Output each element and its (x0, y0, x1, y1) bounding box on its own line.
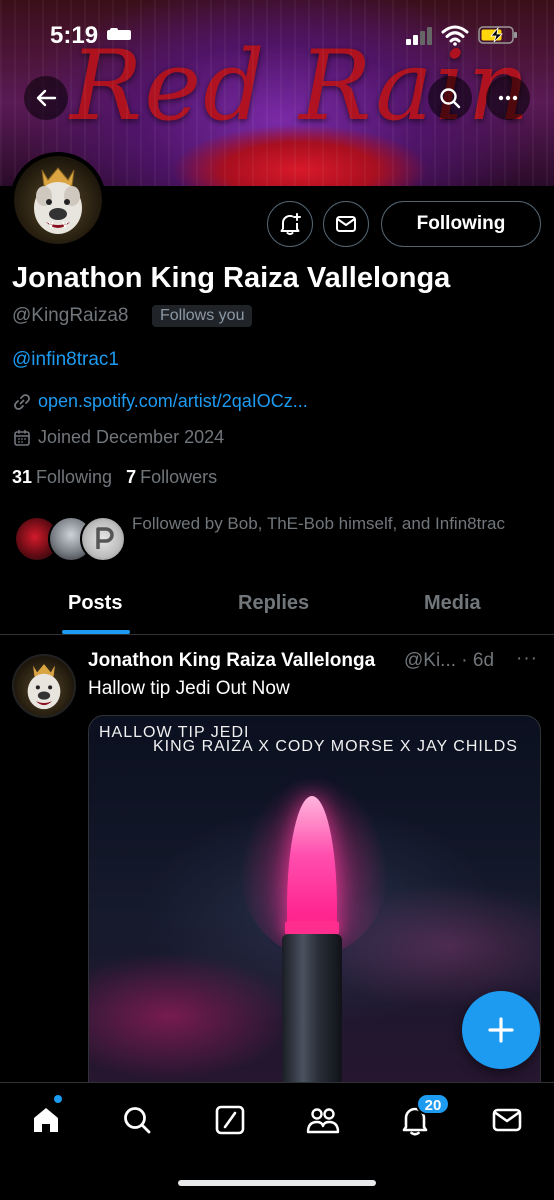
active-tab-indicator (62, 630, 130, 634)
post-more-button[interactable]: ··· (516, 648, 538, 670)
nav-communities[interactable] (306, 1103, 340, 1137)
profile-website-row: open.spotify.com/artist/2qaIOCz... (12, 391, 308, 412)
followed-by-text[interactable]: Followed by Bob, ThE-Bob himself, and In… (132, 510, 532, 537)
more-horizontal-icon (498, 95, 518, 101)
nav-grok[interactable] (213, 1103, 247, 1137)
message-button[interactable] (323, 201, 369, 247)
plus-icon (488, 1017, 514, 1043)
search-profile-button[interactable] (428, 76, 472, 120)
nav-messages[interactable] (490, 1103, 524, 1137)
communities-icon (306, 1108, 340, 1134)
profile-name: Jonathon King Raiza Vallelonga (12, 262, 451, 294)
search-icon (124, 1107, 151, 1134)
tab-media[interactable]: Media (424, 592, 481, 615)
search-icon (440, 88, 461, 109)
status-time: 5:19 (50, 22, 99, 49)
post-author-name[interactable]: Jonathon King Raiza Vallelonga (88, 650, 375, 672)
mutual-followers-avatars[interactable] (14, 516, 126, 564)
post-handle-time: @Ki... · 6d (404, 650, 495, 671)
follows-you-badge: Follows you (152, 305, 253, 327)
following-count-link[interactable]: 31 Following (12, 467, 112, 488)
arrow-left-icon (36, 89, 57, 107)
pitbull-crown-avatar-icon (27, 664, 61, 710)
wifi-icon (441, 25, 469, 46)
home-icon (34, 1108, 58, 1132)
cellular-signal-icon (406, 27, 432, 45)
profile-handle: @KingRaiza8 (12, 305, 129, 326)
bell-plus-icon (280, 213, 301, 235)
status-bar: 5:19 (0, 0, 554, 70)
back-button[interactable] (24, 76, 68, 120)
messages-icon (492, 1108, 522, 1132)
profile-avatar[interactable] (10, 152, 106, 248)
link-icon (14, 393, 30, 410)
home-unread-dot (54, 1095, 62, 1103)
following-button[interactable]: Following (381, 201, 541, 247)
nav-search[interactable] (120, 1103, 154, 1137)
battery-charging-icon (478, 26, 517, 44)
follow-counts: 31 Following 7 Followers (12, 467, 217, 488)
pitbull-crown-avatar-icon (34, 167, 82, 234)
notification-subscribe-button[interactable] (267, 201, 313, 247)
sleep-focus-icon (107, 28, 131, 40)
home-indicator (178, 1180, 376, 1186)
media-artists-text: KING RAIZA X CODY MORSE X JAY CHILDS (153, 738, 518, 755)
bullet-ring (285, 921, 339, 935)
joined-date: Joined December 2024 (38, 427, 225, 447)
grok-icon (215, 1105, 245, 1135)
compose-post-button[interactable] (462, 991, 540, 1069)
nav-home[interactable] (29, 1103, 63, 1137)
bio-mention-link[interactable]: @infin8trac1 (12, 349, 119, 371)
tab-replies[interactable]: Replies (238, 592, 309, 615)
more-options-button[interactable] (486, 76, 530, 120)
profile-website-link[interactable]: open.spotify.com/artist/2qaIOCz... (38, 391, 308, 412)
joined-date-row: Joined December 2024 (12, 427, 224, 448)
envelope-icon (336, 216, 356, 232)
post-author-avatar[interactable] (12, 654, 76, 718)
profile-tabs: Posts Replies Media (0, 574, 554, 635)
calendar-icon (14, 429, 30, 446)
notification-count-badge: 20 (416, 1093, 450, 1115)
p-letter-icon (96, 527, 114, 549)
mutual-avatar-infin8trac (80, 516, 126, 562)
followers-count-link[interactable]: 7 Followers (126, 467, 217, 488)
tab-posts[interactable]: Posts (68, 592, 122, 615)
post-text: Hallow tip Jedi Out Now (88, 678, 290, 699)
